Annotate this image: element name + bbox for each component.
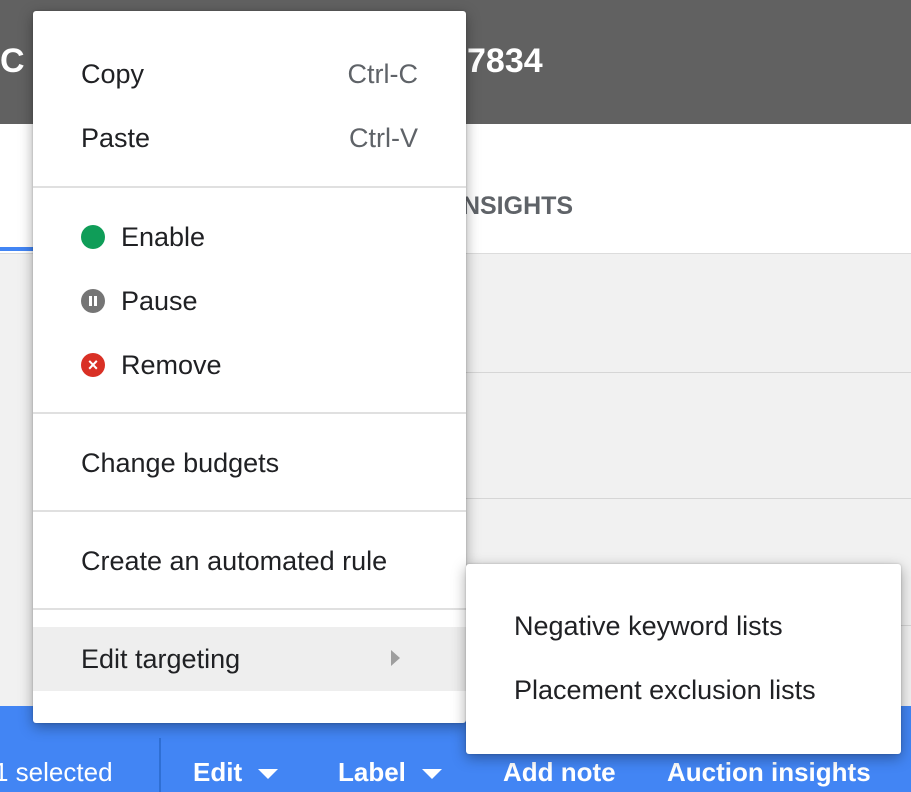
label-dropdown-button[interactable]: Label bbox=[338, 757, 442, 787]
submenu-item-label: Negative keyword lists bbox=[514, 611, 783, 641]
submenu-item-negative-keyword-lists[interactable]: Negative keyword lists bbox=[466, 594, 901, 658]
header-title-right: 7834 bbox=[467, 42, 543, 80]
header-title-left: C bbox=[0, 42, 25, 80]
add-note-button[interactable]: Add note bbox=[503, 757, 616, 787]
menu-item-edit-targeting[interactable]: Edit targeting bbox=[33, 627, 466, 691]
menu-item-label: Create an automated rule bbox=[81, 546, 388, 576]
edit-label: Edit bbox=[193, 757, 243, 787]
menu-separator bbox=[33, 608, 466, 610]
menu-item-remove[interactable]: × Remove bbox=[33, 334, 466, 396]
menu-item-change-budgets[interactable]: Change budgets bbox=[33, 432, 466, 494]
label-label: Label bbox=[338, 757, 406, 787]
menu-item-label: Pause bbox=[121, 286, 198, 316]
menu-separator bbox=[33, 510, 466, 512]
remove-x-icon: × bbox=[81, 353, 105, 377]
menu-item-label: Paste bbox=[81, 123, 151, 153]
table-row-divider bbox=[465, 498, 911, 499]
submenu-item-label: Placement exclusion lists bbox=[514, 675, 816, 705]
menu-item-enable[interactable]: Enable bbox=[33, 206, 466, 268]
menu-item-shortcut: Ctrl-C bbox=[347, 59, 418, 89]
edit-dropdown-button[interactable]: Edit bbox=[193, 757, 279, 787]
menu-item-copy[interactable]: Copy Ctrl-C bbox=[33, 43, 466, 105]
menu-item-automated-rule[interactable]: Create an automated rule bbox=[33, 530, 466, 592]
pause-icon bbox=[81, 289, 105, 313]
tab-insights[interactable]: INSIGHTS bbox=[455, 192, 573, 221]
menu-item-label: Remove bbox=[121, 350, 222, 380]
menu-item-label: Enable bbox=[121, 222, 206, 252]
action-bar-divider bbox=[159, 738, 161, 792]
chevron-right-icon bbox=[391, 650, 400, 666]
caret-down-icon bbox=[258, 769, 279, 780]
edit-targeting-submenu: Negative keyword lists Placement exclusi… bbox=[466, 564, 901, 754]
menu-item-pause[interactable]: Pause bbox=[33, 270, 466, 332]
green-dot-icon bbox=[81, 225, 105, 249]
menu-item-label: Edit targeting bbox=[81, 644, 241, 674]
menu-item-label: Copy bbox=[81, 59, 145, 89]
caret-down-icon bbox=[421, 769, 442, 780]
menu-separator bbox=[33, 412, 466, 414]
table-row-divider bbox=[465, 372, 911, 373]
menu-item-shortcut: Ctrl-V bbox=[349, 123, 418, 153]
context-menu: Copy Ctrl-C Paste Ctrl-V Enable Pause × … bbox=[33, 11, 466, 723]
submenu-item-placement-exclusion-lists[interactable]: Placement exclusion lists bbox=[466, 658, 901, 722]
selected-count: 1 selected bbox=[0, 757, 113, 787]
menu-item-label: Change budgets bbox=[81, 448, 280, 478]
auction-insights-button[interactable]: Auction insights bbox=[667, 757, 871, 787]
menu-separator bbox=[33, 186, 466, 188]
menu-item-paste[interactable]: Paste Ctrl-V bbox=[33, 107, 466, 169]
